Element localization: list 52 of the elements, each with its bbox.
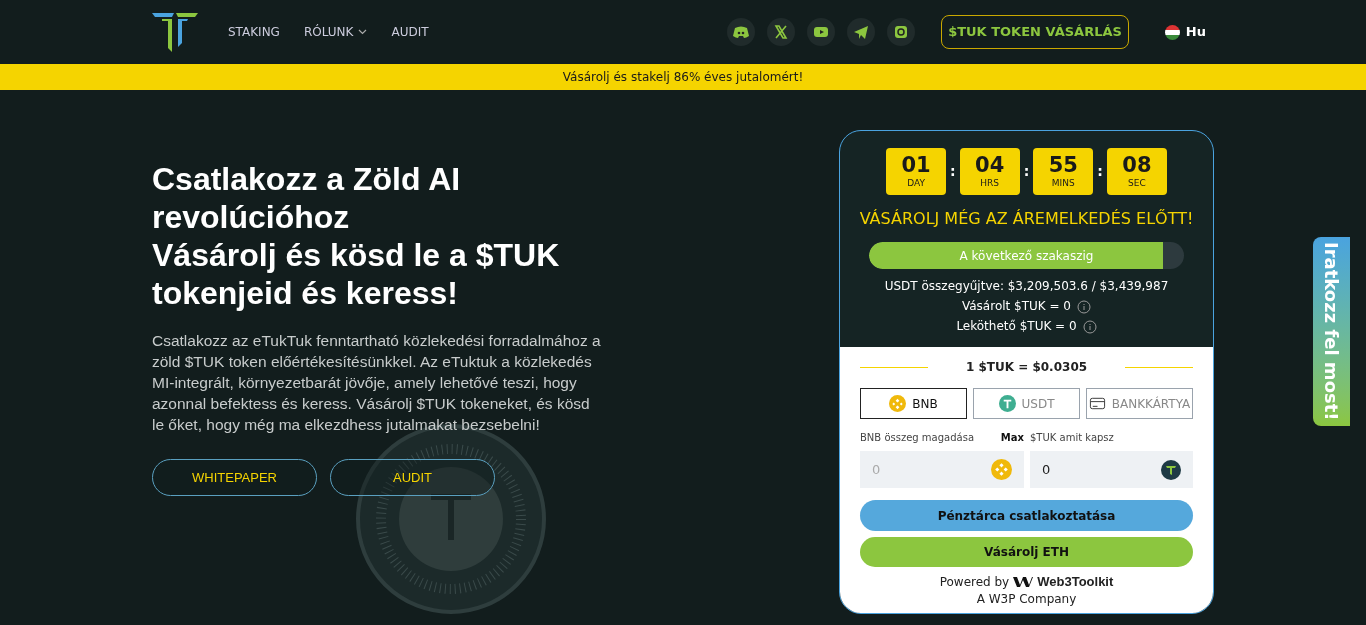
caret-icon: [358, 29, 368, 35]
coin-icon: [889, 395, 907, 412]
payment-method-tab[interactable]: BNB: [860, 388, 967, 419]
payment-method-tab[interactable]: USDT: [973, 388, 1080, 419]
hero-button[interactable]: WHITEPAPER: [152, 459, 317, 496]
coin-icon: [991, 459, 1012, 480]
nav-link[interactable]: AUDIT: [391, 23, 429, 41]
payment-method-tab[interactable]: BANKKÁRTYA: [1086, 388, 1193, 419]
hungarian-flag-icon[interactable]: [1164, 24, 1180, 40]
receive-amount-label: $TUK amit kapsz: [1030, 431, 1114, 445]
hero-title: Csatlakozz a Zöld AI revolúcióhoz: [152, 160, 462, 236]
buy-token-button[interactable]: $TUK TOKEN VÁSÁRLÁS: [941, 15, 1129, 49]
progress-label: A következő szakaszig: [958, 247, 1095, 265]
hero-description: Csatlakozz az eTukTuk fenntartható közlekedési forradalmához a zöld $TUK token előértékesítésünkkel. Az eTuktuk a közlekedés MI-integrált, környezetbarát jövője, amely lehetővé teszi, hogy azonnal befektess és keress. Vásárolj $TUK tokeneket, és kösd le őket, hogy még ma elkezdhess jutalmakat bezsebelni!: [152, 331, 602, 435]
token-logo-icon: [1161, 460, 1181, 480]
powered-by-text: Powered by: [939, 573, 1010, 591]
stat-text: Leköthető $TUK = 0: [956, 318, 1077, 335]
separator: :: [950, 162, 956, 181]
buy-button[interactable]: Vásárolj ETH: [860, 537, 1193, 567]
max-link[interactable]: Max: [990, 430, 1024, 445]
info-icon[interactable]: [1077, 299, 1091, 314]
countdown-value: 55: [1048, 152, 1078, 177]
logo-icon[interactable]: [152, 12, 198, 52]
company-text: A W3P Company: [975, 591, 1078, 607]
language-selector[interactable]: Hu: [1185, 22, 1206, 42]
price-rise-headline: VÁSÁROLJ MÉG AZ ÁREMELKEDÉS ELŐTT!: [859, 208, 1194, 230]
token-price: 1 $TUK = $0.0305: [964, 359, 1089, 376]
separator: :: [1023, 162, 1030, 181]
countdown-unit: DAY: [907, 176, 925, 190]
stat-text: USDT összegyűjtve: $3,209,503.6 / $3,439,987: [884, 278, 1169, 295]
countdown-value: 08: [1122, 152, 1152, 177]
separator: :: [1097, 162, 1103, 181]
stat-text: Vásárolt $TUK = 0: [961, 298, 1071, 315]
pay-amount-field[interactable]: 0: [860, 451, 1024, 488]
nav-link[interactable]: RÓLUNK: [303, 23, 368, 41]
promo-banner: Vásárolj és stakelj 86% éves jutalomért!: [0, 64, 1366, 90]
hero-title: Vásárolj és kösd le a $TUK tokenjeid és keress!: [152, 236, 561, 312]
countdown-unit: SEC: [1128, 176, 1146, 190]
countdown-unit: MINS: [1051, 176, 1075, 190]
toolkit-logo-icon: [1013, 575, 1034, 588]
receive-amount-field[interactable]: 0: [1030, 451, 1193, 488]
countdown-value: 04: [975, 152, 1005, 177]
pay-amount-label: BNB összeg magadása: [860, 431, 975, 445]
countdown-value: 01: [901, 152, 931, 177]
nav-link[interactable]: STAKING: [228, 23, 280, 41]
info-icon[interactable]: [1082, 319, 1097, 334]
hero-button[interactable]: AUDIT: [330, 459, 495, 496]
credit-card-icon: [1088, 395, 1106, 412]
tether-coin-icon: [998, 395, 1016, 412]
countdown-unit: HRS: [980, 176, 1000, 190]
brand-name: Web3Toolkit: [1037, 573, 1114, 591]
connect-wallet-button[interactable]: Pénztárca csatlakoztatása: [860, 500, 1193, 531]
